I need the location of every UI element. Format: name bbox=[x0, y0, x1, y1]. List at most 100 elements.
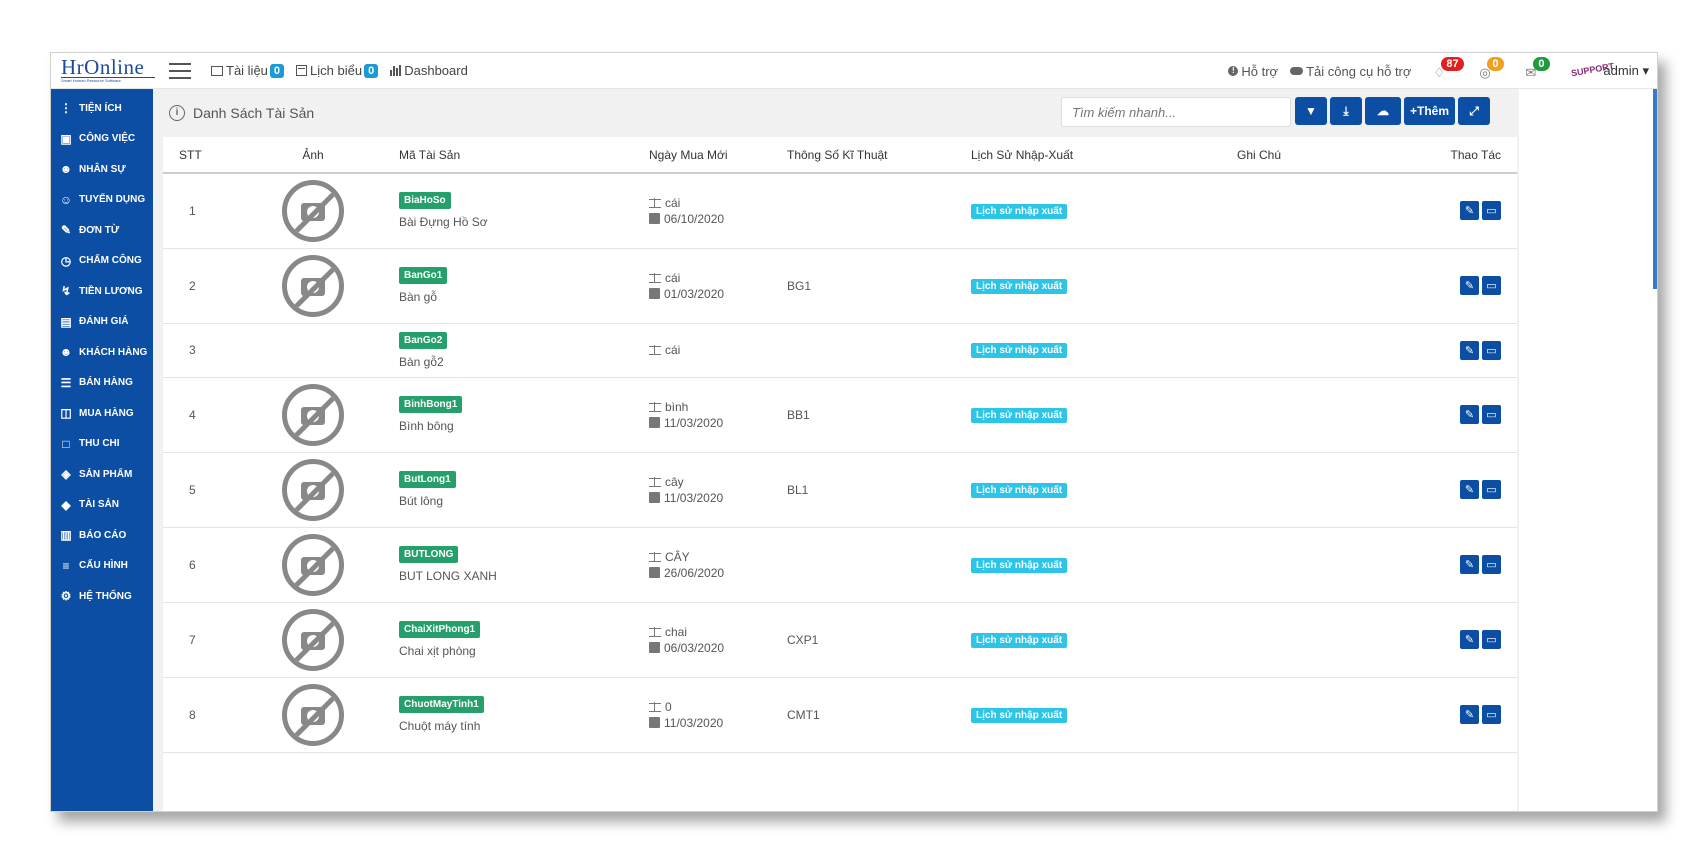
delete-button[interactable]: ▭ bbox=[1482, 630, 1501, 649]
purchase-date: 11/03/2020 bbox=[649, 415, 787, 431]
asset-code-tag[interactable]: BanGo2 bbox=[399, 331, 448, 349]
edit-button[interactable]: ✎ bbox=[1460, 630, 1479, 649]
sidebar-item-he-thong[interactable]: ⚙ HỆ THỐNG bbox=[51, 581, 153, 612]
notification-bell[interactable]: ♢ 87 bbox=[1433, 57, 1464, 81]
delete-button[interactable]: ▭ bbox=[1482, 480, 1501, 499]
cell-spec: BB1 bbox=[787, 377, 971, 453]
cell-spec: BG1 bbox=[787, 248, 971, 324]
edit-button[interactable]: ✎ bbox=[1460, 405, 1479, 424]
edit-button[interactable]: ✎ bbox=[1460, 480, 1479, 499]
globe-notification[interactable]: ◎ 0 bbox=[1479, 57, 1505, 81]
cloud-upload-icon: ☁ bbox=[1377, 104, 1389, 118]
cell-purchase: cái 06/10/2020 bbox=[649, 173, 787, 249]
trash-icon: ▭ bbox=[1486, 409, 1497, 421]
notification-count-badge: 87 bbox=[1441, 57, 1464, 71]
history-button[interactable]: Lịch sử nhập xuất bbox=[971, 407, 1068, 423]
asset-code-tag[interactable]: BanGo1 bbox=[399, 267, 448, 284]
topbar-right: ! Hỗ trợ Tải công cụ hỗ trợ ♢ 87 ◎ 0 ✉ 0… bbox=[1228, 53, 1657, 89]
sidebar-item-cham-cong[interactable]: ◷ CHẤM CÔNG bbox=[51, 246, 153, 277]
sidebar-item-khach-hang[interactable]: ☻ KHÁCH HÀNG bbox=[51, 337, 153, 368]
download-button[interactable]: ⤓ bbox=[1330, 97, 1362, 125]
sidebar-item-mua-hang[interactable]: ◫ MUA HÀNG bbox=[51, 398, 153, 429]
cell-stt: 8 bbox=[163, 677, 253, 753]
edit-button[interactable]: ✎ bbox=[1460, 201, 1479, 221]
hamburger-menu-icon[interactable] bbox=[169, 62, 191, 79]
unit: cái bbox=[649, 195, 787, 211]
support-label: Hỗ trợ bbox=[1241, 63, 1279, 79]
sidebar-item-san-pham[interactable]: ◈ SẢN PHẨM bbox=[51, 459, 153, 490]
edit-button[interactable]: ✎ bbox=[1460, 705, 1479, 724]
history-button[interactable]: Lịch sử nhập xuất bbox=[971, 278, 1068, 294]
support-link[interactable]: ! Hỗ trợ bbox=[1228, 64, 1278, 79]
edit-button[interactable]: ✎ bbox=[1460, 340, 1479, 360]
nav-documents[interactable]: Tài liệu 0 bbox=[211, 63, 285, 78]
cell-spec: CMT1 bbox=[787, 677, 971, 753]
asset-code-tag[interactable]: BiaHoSo bbox=[399, 192, 451, 210]
sidebar-item-danh-gia[interactable]: ▤ ĐÁNH GIÁ bbox=[51, 307, 153, 338]
delete-button[interactable]: ▭ bbox=[1482, 405, 1501, 424]
col-purchase-date[interactable]: Ngày Mua Mới bbox=[649, 137, 787, 174]
sidebar-item-ban-hang[interactable]: ☰ BÁN HÀNG bbox=[51, 368, 153, 399]
history-button[interactable]: Lịch sử nhập xuất bbox=[971, 343, 1068, 358]
logo[interactable]: HrOnline Smart Human Resource Software bbox=[51, 53, 155, 89]
app-window: HrOnline Smart Human Resource Software T… bbox=[50, 52, 1658, 812]
download-tool-link[interactable]: Tải công cụ hỗ trợ bbox=[1290, 64, 1411, 79]
search-input[interactable] bbox=[1061, 97, 1291, 127]
asset-code-tag[interactable]: ButLong1 bbox=[399, 471, 456, 488]
fullscreen-button[interactable]: ⤢ bbox=[1458, 97, 1491, 125]
edit-button[interactable]: ✎ bbox=[1460, 555, 1479, 574]
sidebar-item-tai-san[interactable]: ◆ TÀI SẢN bbox=[51, 490, 153, 521]
delete-button[interactable]: ▭ bbox=[1482, 555, 1501, 574]
history-button[interactable]: Lịch sử nhập xuất bbox=[971, 557, 1068, 573]
col-asset-code[interactable]: Mã Tài Sản bbox=[373, 137, 649, 174]
delete-button[interactable]: ▭ bbox=[1482, 705, 1501, 724]
delete-button[interactable]: ▭ bbox=[1482, 276, 1501, 295]
col-actions[interactable]: Thao Tác bbox=[1423, 137, 1517, 174]
scale-icon bbox=[649, 345, 661, 355]
scrollbar[interactable] bbox=[1653, 89, 1657, 289]
inbox-icon: ▣ bbox=[60, 131, 72, 146]
col-stt[interactable]: STT bbox=[163, 137, 253, 174]
sidebar-item-cau-hinh[interactable]: ≡ CẤU HÌNH bbox=[51, 551, 153, 582]
filter-button[interactable]: ▼ bbox=[1295, 97, 1327, 125]
nav-dashboard[interactable]: Dashboard bbox=[390, 63, 468, 78]
col-image[interactable]: Ảnh bbox=[253, 137, 373, 174]
user-plus-icon: ☺ bbox=[59, 192, 73, 207]
gear-icon: ⚙ bbox=[60, 589, 72, 604]
delete-button[interactable]: ▭ bbox=[1482, 201, 1501, 221]
avatar[interactable]: SUPPORT bbox=[1570, 58, 1616, 85]
history-button[interactable]: Lịch sử nhập xuất bbox=[971, 203, 1068, 219]
sidebar-item-don-tu[interactable]: ✎ ĐƠN TỪ bbox=[51, 215, 153, 246]
asset-code-tag[interactable]: BinhBong1 bbox=[399, 396, 463, 413]
history-button[interactable]: Lịch sử nhập xuất bbox=[971, 482, 1068, 498]
sidebar-item-tuyen-dung[interactable]: ☺ TUYỂN DỤNG bbox=[51, 185, 153, 216]
sidebar-item-cong-viec[interactable]: ▣ CÔNG VIỆC bbox=[51, 124, 153, 155]
upload-button[interactable]: ☁ bbox=[1365, 97, 1401, 125]
asset-code-tag[interactable]: ChaiXitPhong1 bbox=[399, 621, 481, 638]
sidebar-item-bao-cao[interactable]: ▥ BÁO CÁO bbox=[51, 520, 153, 551]
asset-code-tag[interactable]: ChuotMayTinh1 bbox=[399, 696, 484, 713]
nav-schedule[interactable]: Lịch biểu 0 bbox=[296, 63, 379, 78]
history-button[interactable]: Lịch sử nhập xuất bbox=[971, 632, 1068, 648]
unit: cái bbox=[649, 270, 787, 286]
asset-code-tag[interactable]: BUTLONG bbox=[399, 546, 459, 563]
history-button[interactable]: Lịch sử nhập xuất bbox=[971, 707, 1068, 723]
mail-notification[interactable]: ✉ 0 bbox=[1525, 57, 1551, 81]
edit-button[interactable]: ✎ bbox=[1460, 276, 1479, 295]
page-title: i Danh Sách Tài Sản bbox=[169, 105, 314, 121]
col-spec[interactable]: Thông Số Kĩ Thuật bbox=[787, 137, 971, 174]
add-button[interactable]: + Thêm bbox=[1404, 97, 1456, 125]
sidebar-item-nhan-su[interactable]: ☻ NHÂN SỰ bbox=[51, 154, 153, 185]
col-history[interactable]: Lịch Sử Nhập-Xuất bbox=[971, 137, 1237, 174]
sidebar-item-tien-ich[interactable]: ⋮ TIỆN ÍCH bbox=[51, 93, 153, 124]
delete-button[interactable]: ▭ bbox=[1482, 340, 1501, 360]
asset-name: Bút lông bbox=[399, 494, 444, 508]
pencil-icon: ✎ bbox=[1464, 409, 1475, 421]
sidebar-item-tien-luong[interactable]: ↯ TIỀN LƯƠNG bbox=[51, 276, 153, 307]
sidebar-item-thu-chi[interactable]: □ THU CHI bbox=[51, 429, 153, 460]
col-note[interactable]: Ghi Chú bbox=[1237, 137, 1423, 174]
calendar-icon bbox=[649, 717, 660, 728]
purchase-date-text: 06/03/2020 bbox=[664, 640, 725, 655]
cell-history: Lịch sử nhập xuất bbox=[971, 602, 1237, 678]
diamond-icon: ◆ bbox=[61, 497, 71, 512]
